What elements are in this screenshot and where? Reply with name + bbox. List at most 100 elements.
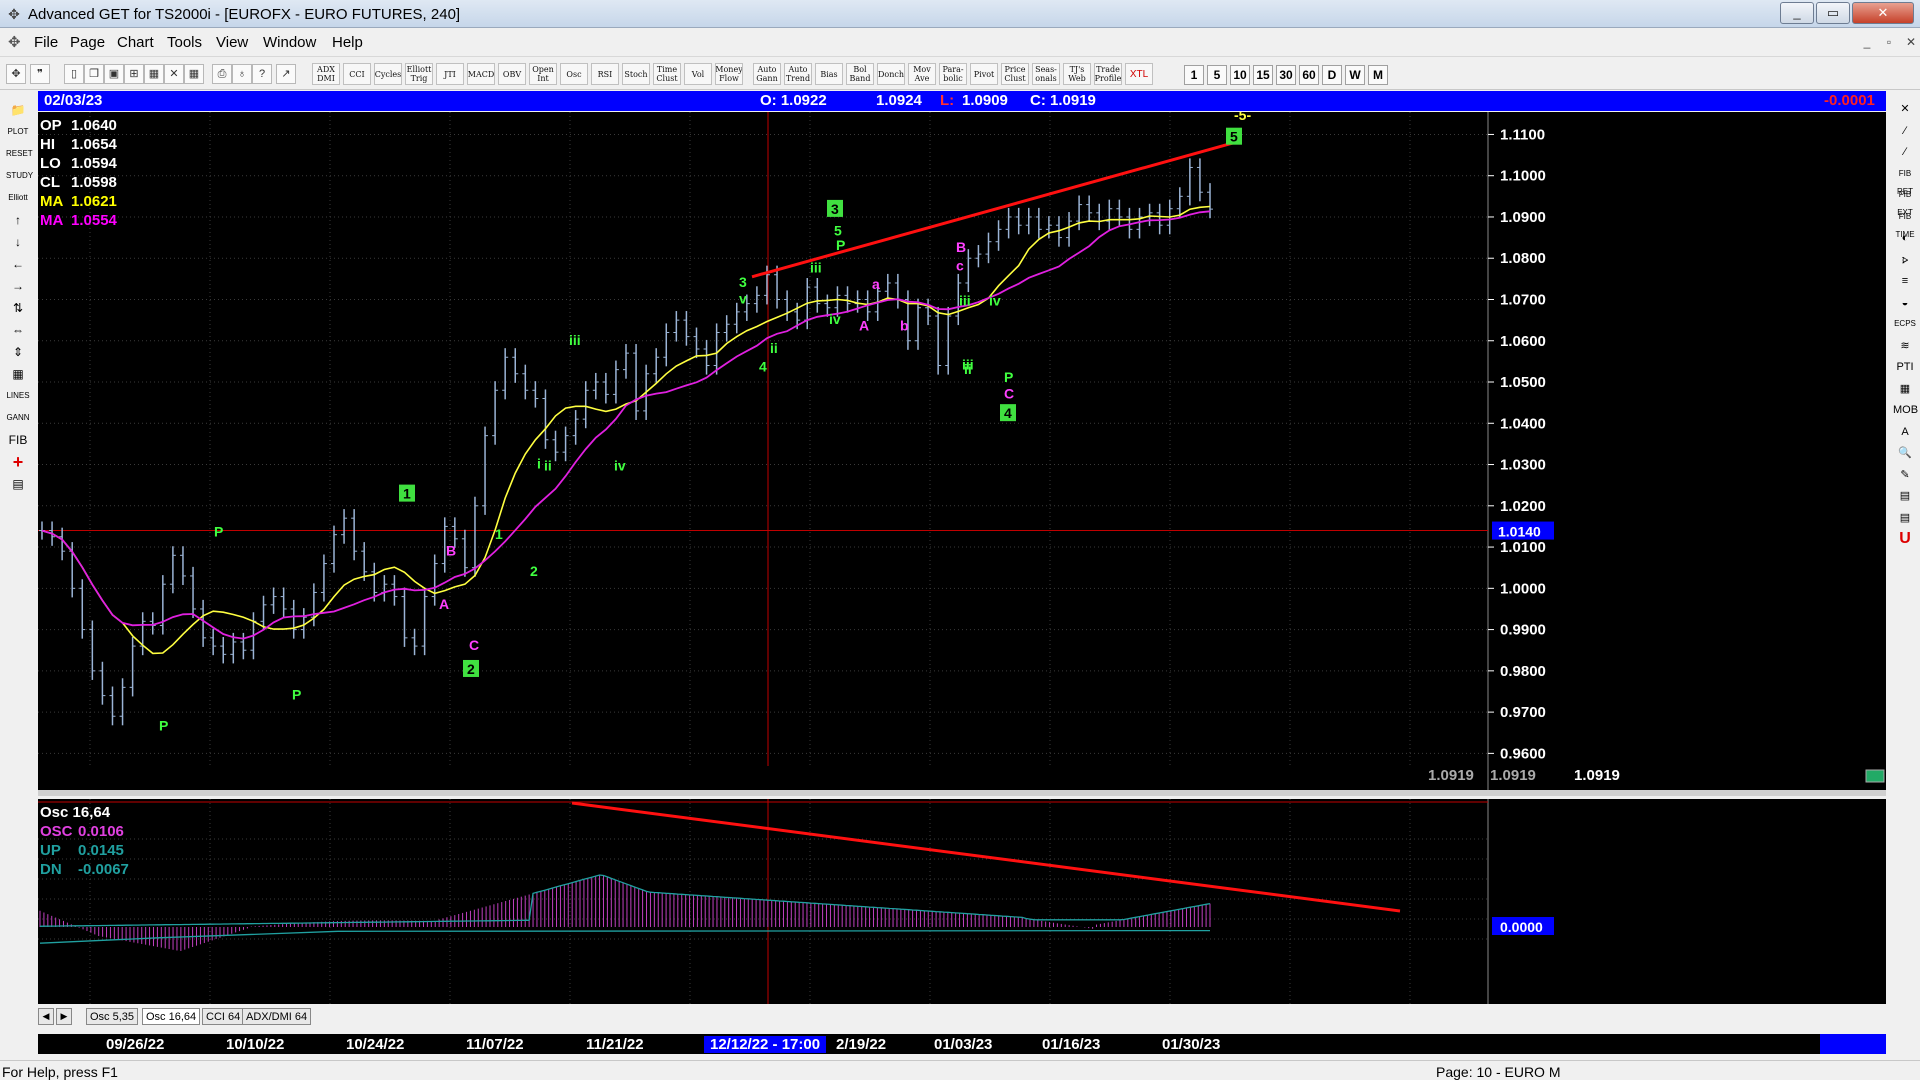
left-tool-12[interactable]: ▦ (5, 364, 31, 382)
right-tool-17[interactable]: ✎ (1893, 466, 1917, 484)
right-tool-20[interactable]: U (1893, 530, 1917, 548)
tab-osc-16-64[interactable]: Osc 16,64 (142, 1008, 201, 1025)
indicator-button-elliott-trig[interactable]: Elliott Trig (405, 63, 433, 85)
menu-tools[interactable]: Tools (167, 34, 202, 51)
price-chart[interactable]: 1.1100 1.1000 1.0900 1.0800 1.0700 1.0600 1.05… (38, 112, 1886, 796)
indicator-button-money-flow[interactable]: Money Flow (715, 63, 743, 85)
tab-adx-dmi-64[interactable]: ADX/DMI 64 (242, 1008, 312, 1025)
menu-chart[interactable]: Chart (117, 34, 154, 51)
indicator-button-macd[interactable]: MACD (467, 63, 495, 85)
indicator-button-seas-onals[interactable]: Seas-onals (1032, 63, 1060, 85)
timeframe-button-60[interactable]: 60 (1299, 65, 1319, 85)
right-tool-5[interactable]: FIB TIME (1893, 208, 1917, 239)
indicator-button-bias[interactable]: Bias (815, 63, 843, 85)
right-tool-10[interactable]: ECPS (1893, 315, 1917, 333)
indicator-button-obv[interactable]: OBV (498, 63, 526, 85)
left-tool-0[interactable]: 📁 (5, 100, 31, 118)
indicator-button-rsi[interactable]: RSI (591, 63, 619, 85)
left-tool-5[interactable]: ↑ (5, 210, 31, 228)
copy-icon[interactable]: ❐ (84, 64, 104, 84)
menu-help[interactable]: Help (332, 34, 363, 51)
timeframe-button-d[interactable]: D (1322, 65, 1342, 85)
indicator-button-bol-band[interactable]: Bol Band (846, 63, 874, 85)
arrow-icon[interactable]: ↗ (276, 64, 296, 84)
indicator-button-mov-ave[interactable]: Mov Ave (908, 63, 936, 85)
left-tool-8[interactable]: → (5, 276, 31, 294)
timeframe-button-1[interactable]: 1 (1184, 65, 1204, 85)
left-tool-17[interactable]: ▤ (5, 474, 31, 492)
timeframe-button-m[interactable]: M (1368, 65, 1388, 85)
close-button[interactable]: ✕ (1852, 2, 1914, 24)
print-icon[interactable]: ⎙ (212, 64, 232, 84)
indicator-button-stoch[interactable]: Stoch (622, 63, 650, 85)
tab-osc-5-35[interactable]: Osc 5,35 (86, 1008, 139, 1025)
document-icon[interactable]: ✥ (8, 33, 21, 51)
left-tool-9[interactable]: ⇅ (5, 298, 31, 316)
right-tool-4[interactable]: FIB EXT (1893, 186, 1917, 217)
menu-view[interactable]: View (216, 34, 248, 51)
indicator-button-auto-trend[interactable]: Auto Trend (784, 63, 812, 85)
mdi-close-button[interactable]: ✕ (1900, 32, 1920, 52)
left-tool-3[interactable]: STUDY (5, 166, 33, 184)
right-tool-1[interactable]: ∕ (1893, 122, 1917, 140)
right-tool-7[interactable]: ⦠ (1893, 251, 1917, 269)
indicator-button-para-bolic[interactable]: Para-bolic (939, 63, 967, 85)
bulb-icon[interactable]: ♁ (232, 64, 252, 84)
pane-separator[interactable] (38, 790, 1886, 796)
indicator-button-tj-s-web[interactable]: TJ's Web (1063, 63, 1091, 85)
left-tool-11[interactable]: ⇕ (5, 342, 31, 360)
chart-corner-icon[interactable] (1865, 769, 1885, 783)
new-page-icon[interactable]: ▯ (64, 64, 84, 84)
menu-file[interactable]: File (34, 34, 58, 51)
right-tool-8[interactable]: ≡ (1893, 272, 1917, 290)
indicator-button-cci[interactable]: CCI (343, 63, 371, 85)
left-tool-7[interactable]: ← (5, 254, 31, 272)
mdi-restore-button[interactable]: ▫ (1878, 32, 1900, 52)
help-pointer-icon[interactable]: ? (252, 64, 272, 84)
indicator-button-price-clust[interactable]: Price Clust (1001, 63, 1029, 85)
right-tool-15[interactable]: A (1893, 423, 1917, 441)
right-tool-18[interactable]: ▤ (1893, 487, 1917, 505)
indicator-button-xtl[interactable]: XTL (1125, 63, 1153, 85)
indicator-button-cycles[interactable]: Cycles (374, 63, 402, 85)
minimize-button[interactable]: _ (1780, 2, 1814, 24)
indicator-button-trade-profile[interactable]: Trade Profile (1094, 63, 1122, 85)
indicator-button-open-int[interactable]: Open Int (529, 63, 557, 85)
left-tool-2[interactable]: RESET (5, 144, 33, 162)
delete-icon[interactable]: ✕ (164, 64, 184, 84)
quote-icon[interactable]: ❞ (30, 64, 50, 84)
right-tool-14[interactable]: MOB (1893, 401, 1918, 419)
left-tool-13[interactable]: LINES (5, 386, 31, 404)
indicator-button-pivot[interactable]: Pivot (970, 63, 998, 85)
left-tool-4[interactable]: Elliott (5, 188, 31, 206)
indicator-button-jti[interactable]: JTI (436, 63, 464, 85)
indicator-button-auto-gann[interactable]: Auto Gann (753, 63, 781, 85)
pointer-icon[interactable]: ✥ (6, 64, 26, 84)
menu-window[interactable]: Window (263, 34, 316, 51)
right-tool-16[interactable]: 🔍 (1893, 444, 1917, 462)
tab-next-button[interactable]: ▶ (56, 1008, 72, 1025)
left-tool-10[interactable]: ⇔ (5, 320, 31, 338)
timeframe-button-5[interactable]: 5 (1207, 65, 1227, 85)
left-tool-16[interactable]: + (5, 452, 31, 471)
right-tool-2[interactable]: ∕ (1893, 143, 1917, 161)
timeframe-button-w[interactable]: W (1345, 65, 1365, 85)
right-tool-0[interactable]: ✕ (1893, 100, 1917, 118)
left-tool-15[interactable]: FIB (5, 430, 31, 448)
indicator-button-donch[interactable]: Donch (877, 63, 905, 85)
grid-icon[interactable]: ▦ (184, 64, 204, 84)
layout-icon[interactable]: ⊞ (124, 64, 144, 84)
timeframe-button-30[interactable]: 30 (1276, 65, 1296, 85)
tab-cci-64[interactable]: CCI 64 (202, 1008, 245, 1025)
mdi-minimize-button[interactable]: _ (1856, 32, 1878, 52)
timeframe-button-10[interactable]: 10 (1230, 65, 1250, 85)
indicator-button-adx-dmi[interactable]: ADX DMI (312, 63, 340, 85)
oscillator-chart[interactable]: Osc 16,64 OSC 0.0106 UP 0.0145 DN -0.0067 0.000… (38, 799, 1886, 1004)
right-tool-12[interactable]: PTI (1893, 358, 1917, 376)
right-tool-3[interactable]: FIB RET (1893, 165, 1917, 196)
right-tool-11[interactable]: ≋ (1893, 337, 1917, 355)
indicator-button-time-clust[interactable]: Time Clust (653, 63, 681, 85)
tile-icon[interactable]: ▦ (144, 64, 164, 84)
left-tool-1[interactable]: PLOT (5, 122, 31, 140)
right-tool-6[interactable]: ◐ (1893, 229, 1917, 247)
